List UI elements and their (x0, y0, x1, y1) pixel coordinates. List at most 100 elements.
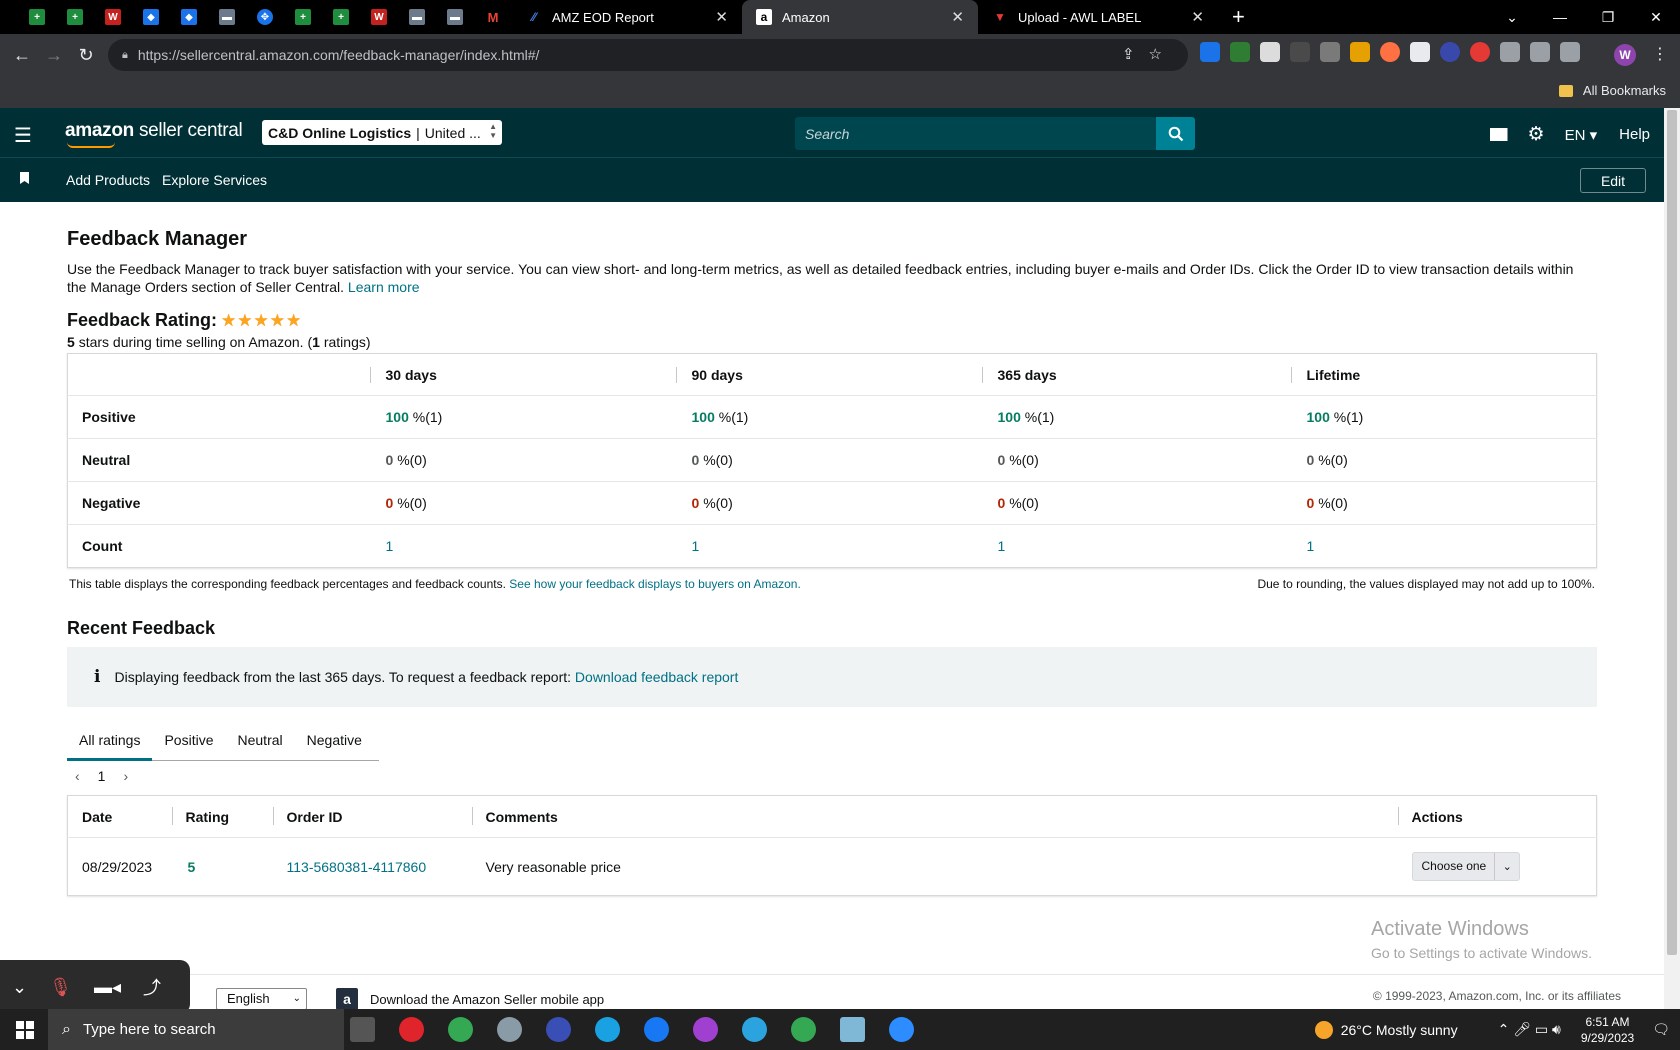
pinned-tab[interactable]: + (322, 0, 360, 34)
search-input[interactable]: Search (795, 117, 1157, 150)
skype-icon[interactable] (595, 1017, 620, 1042)
tab-neutral[interactable]: Neutral (226, 731, 295, 761)
qr-icon[interactable] (1410, 42, 1430, 62)
pinned-tab[interactable]: W (94, 0, 132, 34)
edit-button[interactable]: Edit (1580, 168, 1646, 193)
mail-icon[interactable] (1489, 128, 1508, 141)
chevron-down-icon[interactable]: ⌄ (12, 977, 27, 998)
nav-explore-services[interactable]: Explore Services (162, 172, 267, 188)
language-selector[interactable]: EN ▾ (1565, 126, 1598, 144)
new-tab-button[interactable]: + (1232, 4, 1245, 30)
side-panel-icon[interactable] (1560, 42, 1580, 62)
extension-icon[interactable] (1200, 42, 1220, 62)
close-icon[interactable]: ✕ (1191, 8, 1204, 26)
account-switcher[interactable]: C&D Online Logistics | United ... ▲ ▼ (262, 120, 502, 145)
chrome-icon[interactable] (448, 1017, 473, 1042)
zoom-icon[interactable] (889, 1017, 914, 1042)
extension-icon[interactable] (1380, 42, 1400, 62)
pinned-tab[interactable]: ◆ (132, 0, 170, 34)
tab-amz-eod-report[interactable]: ⁄⁄ AMZ EOD Report ✕ (512, 0, 742, 34)
mic-muted-icon[interactable]: 🎙︎ (49, 977, 72, 998)
pinned-tab[interactable]: ◆ (170, 0, 208, 34)
extension-icon[interactable] (1440, 42, 1460, 62)
actions-dropdown[interactable]: Choose one ⌄ (1411, 852, 1521, 881)
bookmark-icon[interactable] (20, 172, 29, 184)
close-icon[interactable]: ✕ (715, 8, 728, 26)
forward-button[interactable]: → (38, 45, 70, 66)
extension-icon[interactable] (1260, 42, 1280, 62)
pinned-tab[interactable]: + (18, 0, 56, 34)
close-icon[interactable]: ✕ (951, 8, 964, 26)
page-scrollbar[interactable] (1664, 108, 1680, 1009)
chevron-left-icon[interactable]: ‹ (75, 768, 80, 784)
extension-icon[interactable] (1230, 42, 1250, 62)
hamburger-menu-icon[interactable]: ☰ (14, 123, 32, 148)
pinned-tab[interactable]: M (474, 0, 512, 34)
mobile-app-link[interactable]: a Download the Amazon Seller mobile app (336, 988, 604, 1010)
download-feedback-report-link[interactable]: Download feedback report (575, 669, 738, 685)
back-button[interactable]: ← (6, 45, 38, 66)
opera-icon[interactable] (399, 1017, 424, 1042)
extension-icon[interactable] (1470, 42, 1490, 62)
chrome-profile-icon[interactable] (791, 1017, 816, 1042)
tab-amazon[interactable]: a Amazon ✕ (742, 0, 978, 34)
extension-icon[interactable] (1350, 42, 1370, 62)
tab-upload-awl-label[interactable]: ▼ Upload - AWL LABEL ✕ (978, 0, 1218, 34)
search-button[interactable] (1156, 117, 1195, 150)
pinned-tab[interactable]: W (360, 0, 398, 34)
pinned-tab[interactable]: + (284, 0, 322, 34)
restore-button[interactable]: ❐ (1584, 9, 1632, 26)
profile-avatar[interactable]: W (1614, 44, 1636, 66)
task-view-icon[interactable] (350, 1017, 375, 1042)
help-link[interactable]: Help (1619, 126, 1650, 143)
tab-all-ratings[interactable]: All ratings (67, 731, 153, 761)
address-bar[interactable]: 🔒︎ https://sellercentral.amazon.com/feed… (108, 39, 1188, 71)
windows-start-button[interactable] (16, 1021, 34, 1039)
pinned-tab[interactable]: ▬ (398, 0, 436, 34)
account-region: United ... (424, 124, 481, 141)
seller-central-logo[interactable]: amazon seller central (65, 120, 243, 148)
minimize-button[interactable]: — (1536, 9, 1584, 25)
activate-subtitle: Go to Settings to activate Windows. (1371, 945, 1592, 961)
messenger-icon[interactable] (693, 1017, 718, 1042)
pinned-tab[interactable]: + (56, 0, 94, 34)
pinned-tab[interactable]: ▬ (436, 0, 474, 34)
all-bookmarks-button[interactable]: All Bookmarks (1558, 83, 1666, 98)
taskbar-search[interactable]: ⌕ Type here to search (48, 1009, 344, 1050)
language-select[interactable]: English ⌄ (216, 988, 307, 1010)
metric-cell: 1 (369, 524, 676, 568)
nav-add-products[interactable]: Add Products (66, 172, 150, 188)
facebook-icon[interactable] (644, 1017, 669, 1042)
reload-button[interactable]: ↻ (70, 45, 102, 66)
close-window-button[interactable]: ✕ (1632, 9, 1680, 26)
extension-icon[interactable] (1320, 42, 1340, 62)
chevron-right-icon[interactable]: › (123, 768, 128, 784)
tab-negative[interactable]: Negative (295, 731, 374, 761)
metric-cell: 1 (981, 524, 1291, 568)
tab-search-icon[interactable]: ⌄ (1488, 9, 1536, 26)
current-page[interactable]: 1 (98, 768, 106, 784)
learn-more-link[interactable]: Learn more (348, 279, 420, 295)
notifications-icon[interactable]: 🗨︎ (1652, 1021, 1670, 1038)
order-id-link[interactable]: 113-5680381-4117860 (287, 859, 427, 875)
tab-positive[interactable]: Positive (152, 731, 225, 761)
scrollbar-thumb[interactable] (1667, 110, 1677, 955)
app-icon[interactable] (497, 1017, 522, 1042)
gear-icon[interactable]: ⚙ (1528, 123, 1545, 146)
pinned-tab[interactable]: ✥ (246, 0, 284, 34)
clock-app-icon[interactable] (546, 1017, 571, 1042)
share-screen-icon[interactable]: ⤴ (143, 974, 161, 1000)
pinned-tab[interactable]: ▬ (208, 0, 246, 34)
clock[interactable]: 6:51 AM 9/29/2023 (1581, 1014, 1634, 1046)
menu-icon[interactable]: ⋮ (1652, 44, 1668, 64)
weather-text[interactable]: 26°C Mostly sunny (1341, 1022, 1458, 1038)
tray-icons[interactable]: ⌃ 🎤︎ ▭ 🔊︎ (1498, 1021, 1561, 1038)
share-and-bookmark-icons[interactable]: ⇪☆ (1122, 45, 1176, 63)
telegram-icon[interactable] (742, 1017, 767, 1042)
feedback-display-link[interactable]: See how your feedback displays to buyers… (509, 577, 801, 591)
extension-icon[interactable] (1290, 42, 1310, 62)
puzzle-icon[interactable] (1500, 42, 1520, 62)
app-icon[interactable] (840, 1017, 865, 1042)
reading-list-icon[interactable] (1530, 42, 1550, 62)
camera-icon[interactable]: ▬◂ (94, 977, 121, 998)
